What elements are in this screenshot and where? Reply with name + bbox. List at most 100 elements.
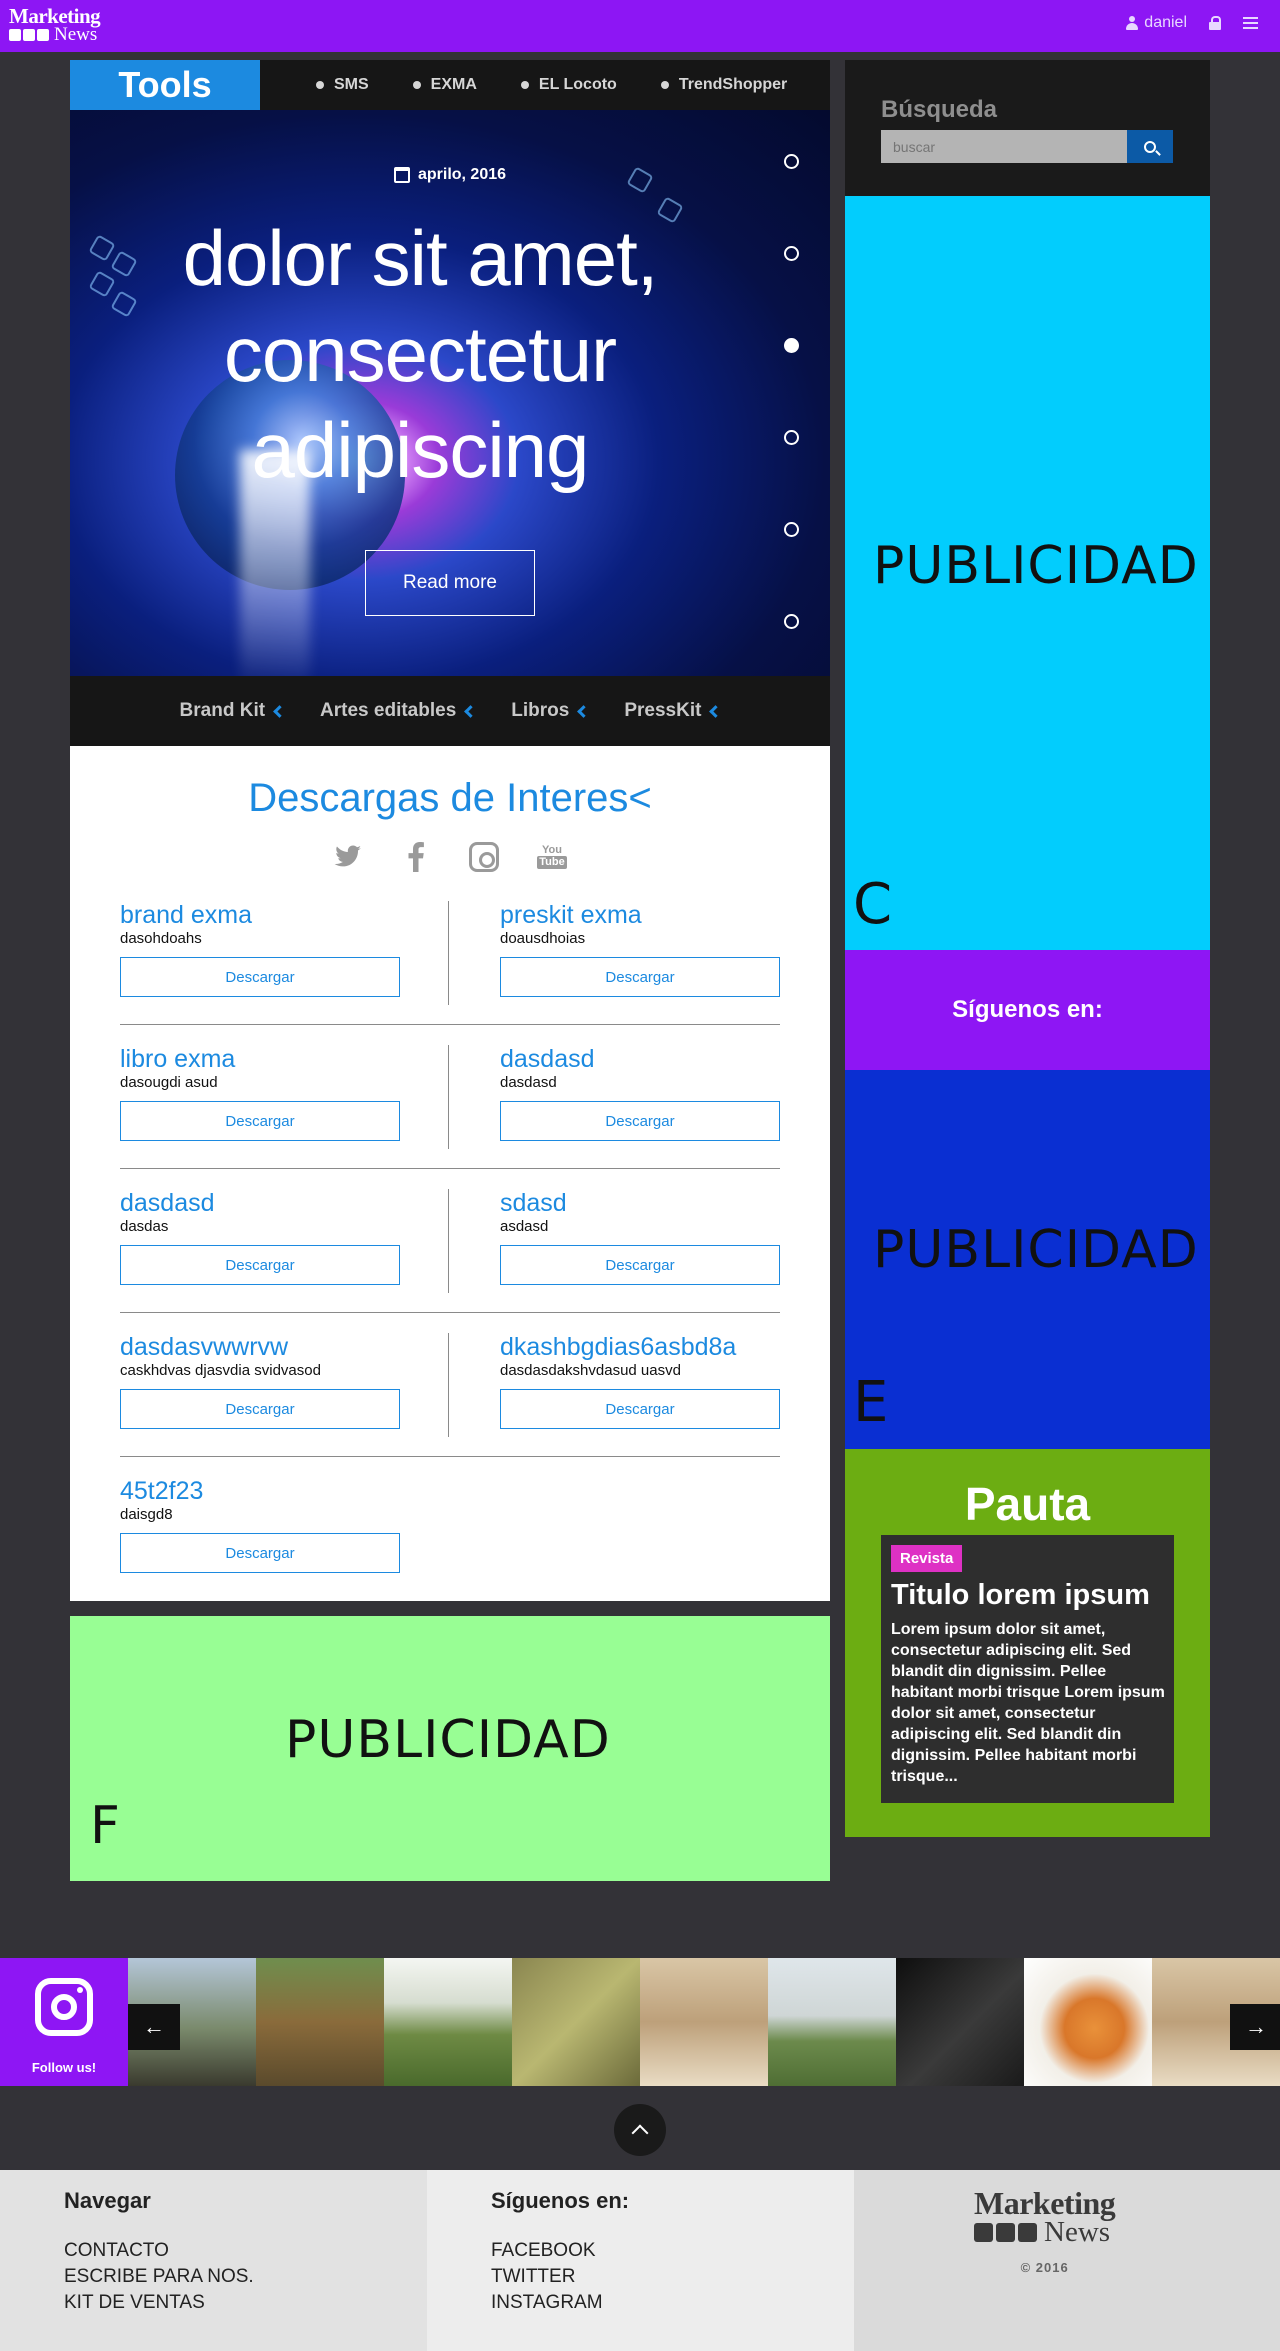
ad-banner-f[interactable]: PUBLICIDAD F: [70, 1616, 830, 1881]
instagram-photo[interactable]: [256, 1958, 384, 2086]
instagram-icon: [35, 1978, 93, 2036]
download-item: preskit exma doausdhoias Descargar: [500, 901, 780, 1011]
nav-presskit[interactable]: PressKit: [624, 700, 723, 722]
follow-us-text: Follow us!: [31, 2060, 97, 2075]
chevron-left-icon: [464, 704, 478, 718]
ad-banner-c[interactable]: PUBLICIDAD C: [845, 196, 1210, 950]
nav-artes-editables[interactable]: Artes editables: [320, 700, 478, 722]
download-button[interactable]: Descargar: [500, 957, 780, 997]
download-item-desc: daisgd8: [120, 1506, 173, 1523]
footer-link-escribe[interactable]: ESCRIBE PARA NOS.: [64, 2264, 254, 2290]
download-button[interactable]: Descargar: [120, 1533, 400, 1573]
youtube-icon-text: Tube: [537, 856, 567, 869]
slider-dot[interactable]: [784, 154, 799, 169]
youtube-icon[interactable]: You Tube: [537, 842, 567, 872]
instagram-icon[interactable]: [469, 842, 499, 872]
download-button[interactable]: Descargar: [120, 1245, 400, 1285]
bullet-icon: [316, 81, 324, 89]
site-logo[interactable]: Marketing News: [9, 6, 129, 46]
instagram-photo[interactable]: [768, 1958, 896, 2086]
footer-link-instagram[interactable]: INSTAGRAM: [491, 2290, 603, 2316]
download-button[interactable]: Descargar: [500, 1389, 780, 1429]
footer-nav-column: Navegar CONTACTO ESCRIBE PARA NOS. KIT D…: [0, 2170, 427, 2351]
follow-us-label: Síguenos en:: [952, 996, 1103, 1023]
download-item-name[interactable]: dasdasd: [500, 1045, 780, 1073]
ad-letter: F: [90, 1796, 121, 1856]
instagram-photo[interactable]: [512, 1958, 640, 2086]
copyright: © 2016: [1020, 2260, 1069, 2275]
footer-link-twitter[interactable]: TWITTER: [491, 2264, 603, 2290]
download-item-name[interactable]: dasdasvwwrvw: [120, 1333, 400, 1361]
magazine-card[interactable]: Revista Titulo lorem ipsum Lorem ipsum d…: [881, 1535, 1174, 1803]
calendar-icon: [393, 167, 410, 183]
logo-text-news: News: [54, 24, 98, 45]
facebook-icon[interactable]: [401, 842, 431, 872]
download-button[interactable]: Descargar: [500, 1245, 780, 1285]
download-item-name[interactable]: libro exma: [120, 1045, 400, 1073]
download-item-name[interactable]: sdasd: [500, 1189, 780, 1217]
carousel-prev-button[interactable]: ←: [128, 2004, 180, 2050]
tools-nav-label: EL Locoto: [538, 76, 617, 93]
chevron-left-icon: [273, 704, 286, 718]
download-item-desc: dasohdoahs: [120, 930, 202, 947]
footer-link-kit-ventas[interactable]: KIT DE VENTAS: [64, 2290, 254, 2316]
download-button[interactable]: Descargar: [120, 1389, 400, 1429]
chevron-left-icon: [709, 704, 723, 718]
download-item-name[interactable]: dkashbgdias6asbd8a: [500, 1333, 780, 1361]
download-item-name[interactable]: 45t2f23: [120, 1477, 400, 1505]
slider-dot-active[interactable]: [784, 338, 799, 353]
downloads-title: Descargas de Interes<: [248, 776, 652, 820]
download-button[interactable]: Descargar: [120, 957, 400, 997]
footer-logo[interactable]: Marketing News © 2016: [974, 2187, 1116, 2275]
instagram-photo[interactable]: [384, 1958, 512, 2086]
ad-banner-e[interactable]: PUBLICIDAD E: [845, 1070, 1210, 1449]
ad-text: PUBLICIDAD: [285, 1710, 611, 1770]
footer-link-contacto[interactable]: CONTACTO: [64, 2238, 254, 2264]
download-item-name[interactable]: preskit exma: [500, 901, 780, 929]
slider-dot[interactable]: [784, 522, 799, 537]
pauta-widget: Pauta Revista Titulo lorem ipsum Lorem i…: [845, 1449, 1210, 1837]
search-widget: Búsqueda: [845, 60, 1210, 196]
tools-nav-trendshopper[interactable]: TrendShopper: [660, 76, 787, 94]
download-item: dasdasd dasdasd Descargar: [500, 1045, 780, 1155]
instagram-photo[interactable]: [1024, 1958, 1152, 2086]
instagram-photo[interactable]: [640, 1958, 768, 2086]
download-item: sdasd asdasd Descargar: [500, 1189, 780, 1299]
carousel-next-button[interactable]: →: [1230, 2004, 1280, 2050]
slider-dot[interactable]: [784, 614, 799, 629]
chevron-up-icon: [631, 2124, 649, 2142]
nav-label: Libros: [511, 700, 570, 721]
twitter-icon[interactable]: [333, 842, 363, 872]
hero-date: aprilo, 2016: [70, 166, 830, 184]
download-item-name[interactable]: dasdasd: [120, 1189, 400, 1217]
tools-nav-sms[interactable]: SMS: [316, 76, 369, 94]
slider-dot[interactable]: [784, 430, 799, 445]
instagram-photo[interactable]: [896, 1958, 1024, 2086]
tools-nav-exma[interactable]: EXMA: [412, 76, 477, 94]
nav-brand-kit[interactable]: Brand Kit: [180, 700, 286, 722]
footer-link-facebook[interactable]: FACEBOOK: [491, 2238, 603, 2264]
user-menu[interactable]: daniel: [1126, 14, 1187, 32]
download-item: libro exma dasougdi asud Descargar: [120, 1045, 400, 1155]
back-to-top-button[interactable]: [614, 2104, 666, 2156]
hero-slider: aprilo, 2016 dolor sit amet, consectetur…: [70, 110, 830, 676]
lock-icon[interactable]: [1209, 16, 1221, 30]
tools-tab[interactable]: Tools: [70, 60, 260, 110]
download-item-desc: dasdasd: [500, 1074, 557, 1091]
instagram-follow-button[interactable]: Follow us!: [0, 1958, 128, 2086]
download-button[interactable]: Descargar: [120, 1101, 400, 1141]
magazine-badge: Revista: [891, 1545, 963, 1572]
footer-follow-column: Síguenos en: FACEBOOK TWITTER INSTAGRAM: [427, 2170, 854, 2351]
hamburger-menu-icon[interactable]: [1243, 17, 1258, 29]
slider-dot[interactable]: [784, 246, 799, 261]
ad-letter: C: [853, 872, 894, 937]
bullet-icon: [412, 81, 421, 89]
tools-nav-el-locoto[interactable]: EL Locoto: [520, 76, 617, 94]
download-item-name[interactable]: brand exma: [120, 901, 400, 929]
read-more-button[interactable]: Read more: [365, 550, 535, 616]
magazine-card-title[interactable]: Titulo lorem ipsum: [891, 1579, 1150, 1612]
search-button[interactable]: [1127, 130, 1173, 163]
nav-libros[interactable]: Libros: [511, 700, 591, 722]
search-input[interactable]: [881, 130, 1127, 163]
download-button[interactable]: Descargar: [500, 1101, 780, 1141]
